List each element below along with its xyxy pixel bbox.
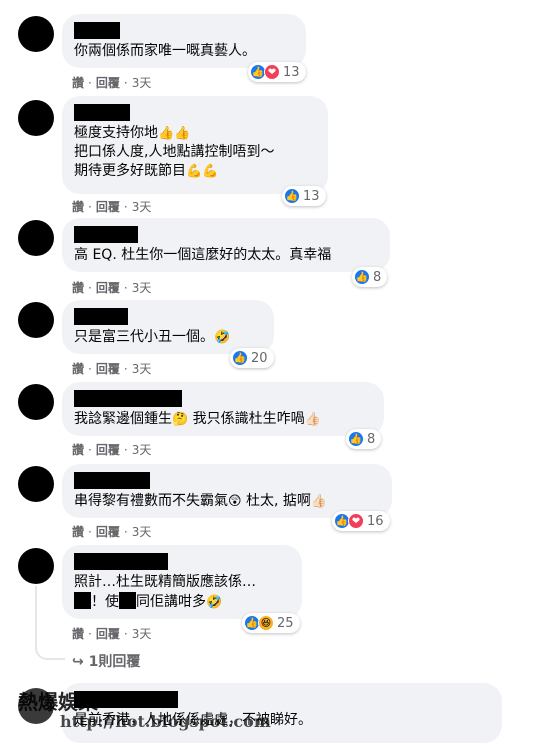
comment-bubble: 串得黎有禮數而不失霸氣😲 杜太, 掂啊👍🏻	[62, 464, 392, 518]
love-reaction-icon: ❤	[348, 513, 364, 529]
redacted-author-name[interactable]	[74, 226, 138, 243]
comment-actions: 讚 · 回覆 · 3天	[72, 443, 152, 457]
reply-button[interactable]: 回覆	[96, 362, 120, 376]
thumbs-up-emoji-icon: 👍🏻	[304, 412, 321, 427]
like-button[interactable]: 讚	[72, 281, 84, 295]
comment-actions: 讚 · 回覆 · 3天	[72, 362, 152, 376]
reply-button[interactable]: 回覆	[96, 200, 120, 214]
reaction-summary[interactable]: 👍 ❤ 13	[248, 62, 306, 82]
comment-text: 串得黎有禮數而不失霸氣😲 杜太, 掂啊👍🏻	[74, 493, 328, 509]
comment-text-line-2: ！使 同佢講咁多🤣	[74, 592, 290, 612]
comment-timestamp[interactable]: 3天	[132, 362, 152, 376]
redacted-text-block	[119, 592, 136, 609]
reaction-summary[interactable]: 👍 ❤ 16	[332, 511, 390, 531]
comments-screen: { "comments": [ { "id": "c1", "lines": […	[0, 0, 541, 743]
like-reaction-icon: 👍	[348, 431, 364, 447]
comment-timestamp[interactable]: 3天	[132, 200, 152, 214]
comment-timestamp[interactable]: 3天	[132, 76, 152, 90]
comment-timestamp[interactable]: 3天	[132, 443, 152, 457]
haha-reaction-icon: 😆	[258, 615, 274, 631]
reply-thread-curve	[35, 638, 65, 660]
thinking-face-emoji-icon: 🤔	[172, 412, 189, 427]
avatar[interactable]	[18, 302, 54, 338]
reaction-count: 25	[277, 615, 294, 631]
rolling-laughing-emoji-icon: 🤣	[214, 330, 231, 345]
comment-text: 只是富三代小丑一個。🤣	[74, 329, 231, 345]
comment-bubble: 高 EQ. 杜生你一個這麼好的太太。真幸福	[62, 218, 390, 272]
comment-text: 我諗緊邊個鍾生🤔 我只係識杜生咋喎👍🏻	[74, 411, 321, 427]
comment-text-line-3: 期待更多好既節目💪💪	[74, 163, 219, 179]
redacted-author-name[interactable]	[74, 553, 168, 570]
comment-actions: 讚 · 回覆 · 3天	[72, 76, 152, 90]
reaction-count: 20	[251, 350, 268, 366]
watermark-url: http://hot.blogspot.com	[60, 712, 271, 731]
like-reaction-icon: 👍	[284, 188, 300, 204]
like-button[interactable]: 讚	[72, 76, 84, 90]
like-reaction-icon: 👍	[354, 269, 370, 285]
avatar[interactable]	[18, 100, 54, 136]
like-button[interactable]: 讚	[72, 362, 84, 376]
view-replies-link[interactable]: ↪ 1則回覆	[72, 651, 140, 671]
reaction-count: 8	[373, 269, 382, 285]
comment-text-line-2: 把口係人度,人地點講控制唔到～	[74, 144, 275, 160]
like-button[interactable]: 讚	[72, 525, 84, 539]
reply-button[interactable]: 回覆	[96, 443, 120, 457]
avatar[interactable]	[18, 466, 54, 502]
reaction-summary[interactable]: 👍 8	[346, 429, 382, 449]
comment-actions: 讚 · 回覆 · 3天	[72, 281, 152, 295]
reaction-summary[interactable]: 👍 😆 25	[242, 613, 300, 633]
comment-timestamp[interactable]: 3天	[132, 627, 152, 641]
comment-timestamp[interactable]: 3天	[132, 525, 152, 539]
reply-button[interactable]: 回覆	[96, 281, 120, 295]
astonished-face-emoji-icon: 😲	[228, 494, 242, 509]
reaction-summary[interactable]: 👍 13	[282, 186, 326, 206]
like-button[interactable]: 讚	[72, 200, 84, 214]
comment-text-line-1: 照計…杜生既精簡版應該係…	[74, 574, 256, 590]
comment-actions: 讚 · 回覆 · 3天	[72, 627, 152, 641]
reply-button[interactable]: 回覆	[96, 76, 120, 90]
avatar[interactable]	[18, 384, 54, 420]
comment-text: 高 EQ. 杜生你一個這麼好的太太。真幸福	[74, 247, 332, 263]
rolling-laughing-emoji-icon: 🤣	[206, 595, 223, 610]
reaction-count: 8	[367, 431, 376, 447]
reaction-count: 13	[283, 64, 300, 80]
like-button[interactable]: 讚	[72, 627, 84, 641]
view-replies-label: 1則回覆	[88, 654, 141, 670]
reply-button[interactable]: 回覆	[96, 525, 120, 539]
thumbs-up-emoji-icon: 👍🏻	[310, 494, 328, 509]
redacted-text-block	[74, 592, 91, 609]
comment-actions: 讚 · 回覆 · 3天	[72, 525, 152, 539]
avatar[interactable]	[18, 548, 54, 584]
thumbs-up-emoji-icon: 👍👍	[158, 126, 191, 141]
reply-button[interactable]: 回覆	[96, 627, 120, 641]
reaction-count: 16	[367, 513, 384, 529]
redacted-author-name[interactable]	[74, 22, 120, 39]
avatar[interactable]	[18, 16, 54, 52]
comment-bubble: 你兩個係而家唯一嘅真藝人。	[62, 14, 306, 68]
comment-timestamp[interactable]: 3天	[132, 281, 152, 295]
reaction-summary[interactable]: 👍 8	[352, 267, 388, 287]
reply-thread-line	[35, 586, 37, 638]
like-reaction-icon: 👍	[232, 350, 248, 366]
comment-bubble: 只是富三代小丑一個。🤣	[62, 300, 274, 354]
redacted-author-name[interactable]	[74, 104, 130, 121]
comment-text-line-1: 極度支持你地👍👍	[74, 125, 191, 141]
like-button[interactable]: 讚	[72, 443, 84, 457]
redacted-author-name[interactable]	[74, 390, 182, 407]
comment-bubble: 極度支持你地👍👍 把口係人度,人地點講控制唔到～ 期待更多好既節目💪💪	[62, 96, 328, 194]
reply-arrow-icon: ↪	[72, 654, 84, 670]
watermark-title: 熱爆娛樂	[18, 690, 98, 714]
comment-bubble: 我諗緊邊個鍾生🤔 我只係識杜生咋喎👍🏻	[62, 382, 384, 436]
comment-actions: 讚 · 回覆 · 3天	[72, 200, 152, 214]
redacted-author-name[interactable]	[74, 472, 150, 489]
redacted-author-name[interactable]	[74, 308, 128, 325]
comment-text: 你兩個係而家唯一嘅真藝人。	[74, 43, 256, 59]
reaction-count: 13	[303, 188, 320, 204]
avatar[interactable]	[18, 220, 54, 256]
reaction-summary[interactable]: 👍 20	[230, 348, 274, 368]
comment-bubble: 照計…杜生既精簡版應該係… ！使 同佢講咁多🤣	[62, 545, 302, 619]
love-reaction-icon: ❤	[264, 64, 280, 80]
flexed-biceps-emoji-icon: 💪💪	[186, 164, 219, 179]
